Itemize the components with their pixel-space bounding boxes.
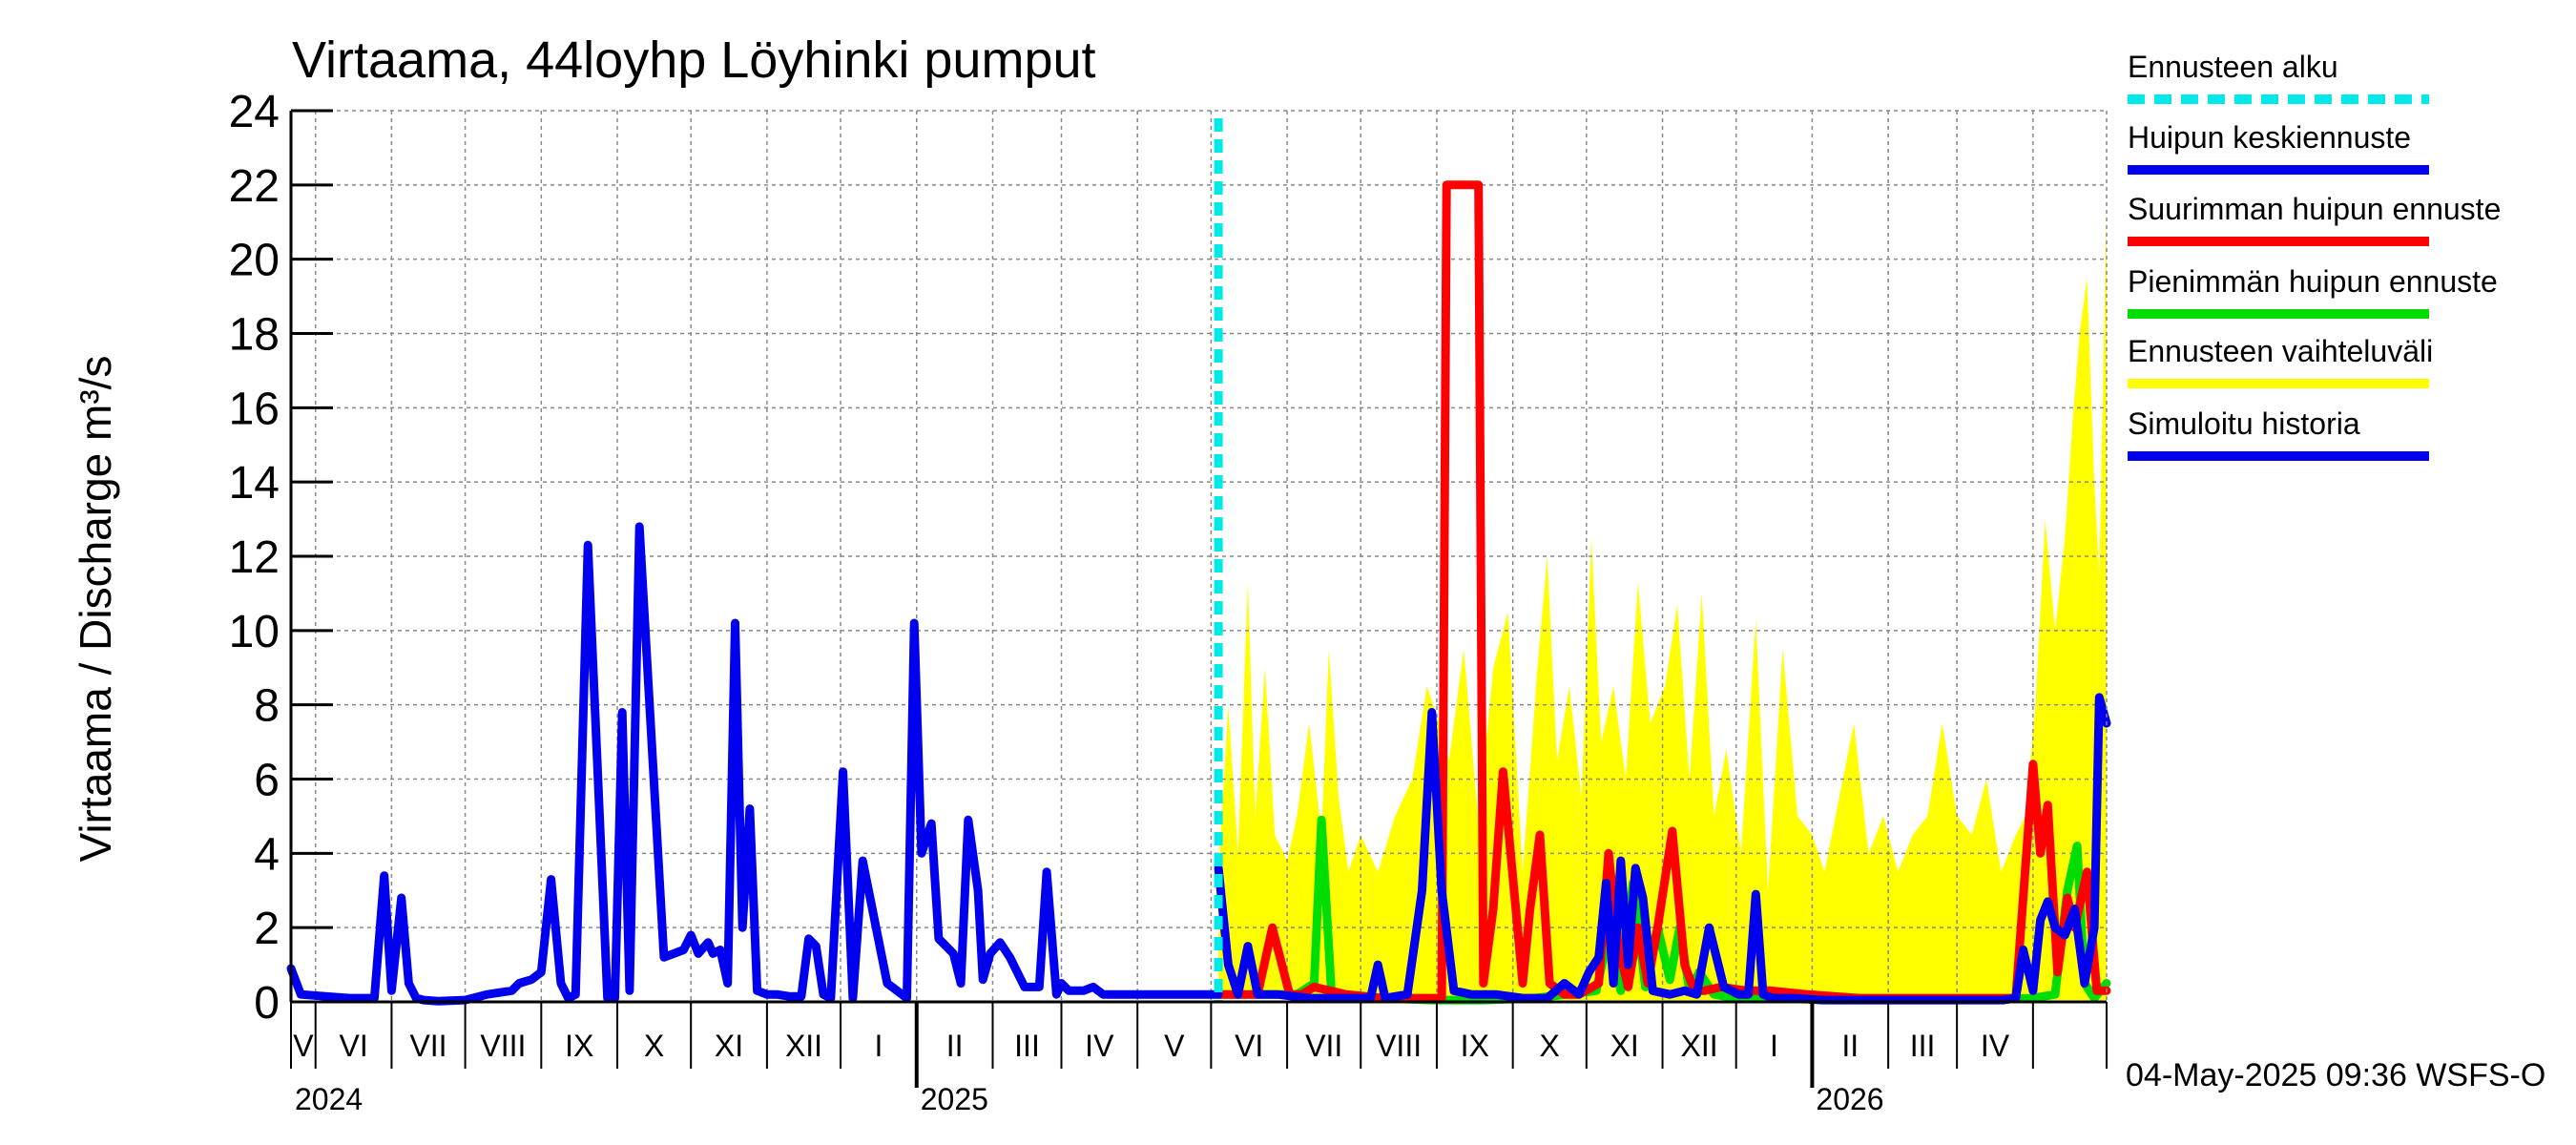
month-label: VI xyxy=(339,1029,367,1063)
year-label: 2024 xyxy=(295,1082,363,1116)
y-tick-label: 14 xyxy=(229,458,280,509)
month-label: VII xyxy=(409,1029,447,1063)
month-label: VIII xyxy=(480,1029,526,1063)
y-tick-label: 6 xyxy=(254,756,280,806)
legend-swatch-range xyxy=(2128,379,2429,388)
month-label: I xyxy=(1770,1029,1778,1063)
month-label: X xyxy=(644,1029,664,1063)
month-label: V xyxy=(293,1029,314,1063)
y-tick-label: 0 xyxy=(254,978,280,1029)
legend-item-range: Ennusteen vaihteluväli xyxy=(2128,334,2433,388)
month-label: XI xyxy=(1610,1029,1639,1063)
y-tick-label: 16 xyxy=(229,384,280,434)
year-label: 2025 xyxy=(921,1082,988,1116)
legend-swatch-max-peak xyxy=(2128,237,2429,246)
y-tick-label: 4 xyxy=(254,829,280,880)
month-label: III xyxy=(1014,1029,1040,1063)
legend-label: Pienimmän huipun ennuste xyxy=(2128,264,2498,299)
y-tick-label: 2 xyxy=(254,904,280,954)
month-label: II xyxy=(1841,1029,1859,1063)
legend-item-max-peak: Suurimman huipun ennuste xyxy=(2128,192,2502,246)
legend-item-history: Simuloitu historia xyxy=(2128,406,2433,461)
legend-swatch-forecast-start xyxy=(2128,94,2429,104)
legend-swatch-history xyxy=(2128,451,2429,461)
month-label: V xyxy=(1164,1029,1185,1063)
month-label: XII xyxy=(1681,1029,1718,1063)
legend-label: Ennusteen vaihteluväli xyxy=(2128,334,2434,368)
month-label: VII xyxy=(1305,1029,1342,1063)
y-tick-label: 22 xyxy=(229,161,280,212)
legend-label: Suurimman huipun ennuste xyxy=(2128,192,2502,226)
month-label: I xyxy=(874,1029,883,1063)
month-label: III xyxy=(1910,1029,1936,1063)
legend-label: Ennusteen alku xyxy=(2128,50,2338,84)
x-axis: V VI VII VIII IX X XI XII I II III IV V VI VII VIII IX X X… xyxy=(290,1002,2108,1116)
legend-label: Simuloitu historia xyxy=(2128,406,2360,441)
legend-swatch-min-peak xyxy=(2128,309,2429,319)
y-axis-label: Virtaama / Discharge m³/s xyxy=(71,355,120,863)
legend-item-mean-peak: Huipun keskiennuste xyxy=(2128,120,2433,175)
month-label: VIII xyxy=(1376,1029,1422,1063)
y-axis-ticks: 024681012141618202224 xyxy=(229,87,333,1029)
y-tick-label: 18 xyxy=(229,310,280,361)
y-tick-label: 8 xyxy=(254,681,280,732)
y-tick-label: 24 xyxy=(229,87,280,137)
y-tick-label: 12 xyxy=(229,532,280,583)
month-label: IX xyxy=(565,1029,593,1063)
legend-item-min-peak: Pienimmän huipun ennuste xyxy=(2128,264,2498,319)
y-tick-label: 10 xyxy=(229,607,280,657)
month-label: IV xyxy=(1085,1029,1114,1063)
month-label: IV xyxy=(1981,1029,2010,1063)
month-label: VI xyxy=(1235,1029,1263,1063)
legend-item-forecast-start: Ennusteen alku xyxy=(2128,50,2433,104)
chart-title: Virtaama, 44loyhp Löyhinki pumput xyxy=(292,31,1096,89)
year-label: 2026 xyxy=(1816,1082,1883,1116)
series-history-line xyxy=(286,522,1223,1006)
month-label: XI xyxy=(715,1029,743,1063)
timestamp: 04-May-2025 09:36 WSFS-O xyxy=(2126,1057,2546,1093)
legend-label: Huipun keskiennuste xyxy=(2128,120,2412,155)
legend-swatch-mean-peak xyxy=(2128,165,2429,175)
month-label: X xyxy=(1540,1029,1560,1063)
month-label: II xyxy=(946,1029,964,1063)
month-label: IX xyxy=(1461,1029,1489,1063)
y-tick-label: 20 xyxy=(229,236,280,286)
month-label: XII xyxy=(785,1029,822,1063)
